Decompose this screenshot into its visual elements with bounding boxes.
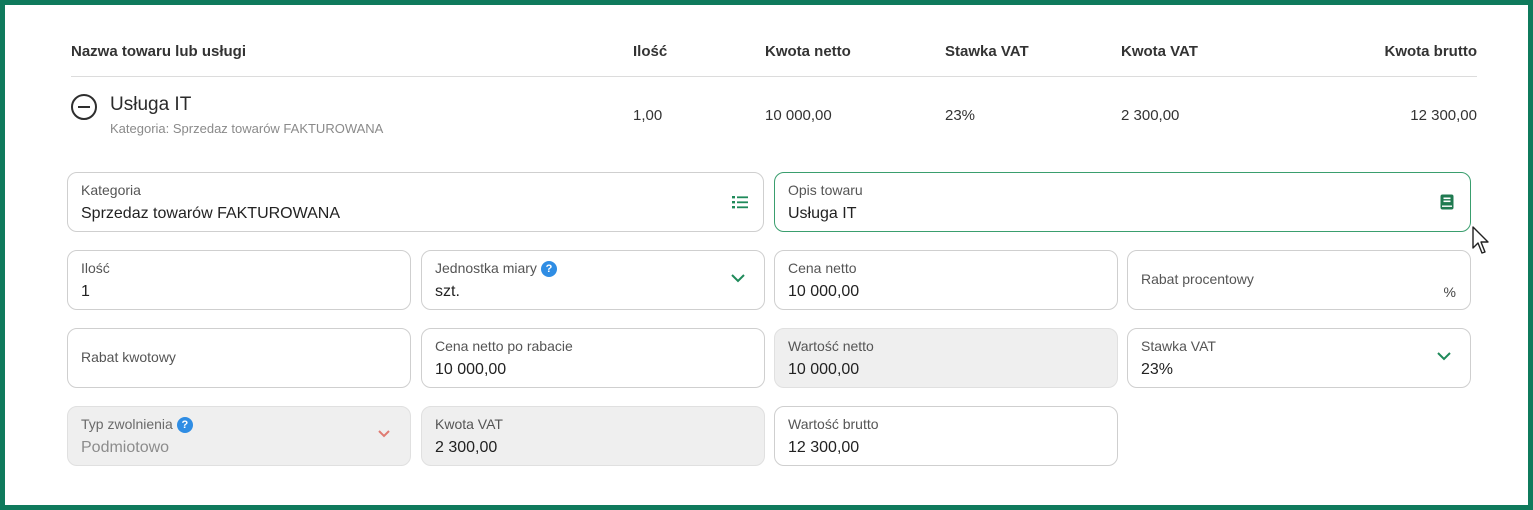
- chevron-down-icon[interactable]: [730, 270, 746, 286]
- ilosc-field[interactable]: Ilość 1: [67, 250, 411, 310]
- typ-zwolnienia-select[interactable]: Typ zwolnienia? Podmiotowo: [67, 406, 411, 466]
- wartosc-netto-value: 10 000,00: [788, 361, 860, 378]
- wartosc-brutto-value: 12 300,00: [788, 439, 860, 456]
- cena-po-rabacie-field[interactable]: Cena netto po rabacie 10 000,00: [421, 328, 765, 388]
- row-item-name: Usługa IT: [110, 94, 192, 115]
- book-icon[interactable]: [1438, 193, 1456, 211]
- header-vat-amount: Kwota VAT: [1121, 43, 1198, 60]
- table-row: Usługa IT Kategoria: Sprzedaz towarów FA…: [71, 91, 1477, 147]
- row-vat-rate: 23%: [945, 107, 976, 124]
- stawka-vat-label: Stawka VAT: [1141, 338, 1216, 354]
- opis-towaru-label: Opis towaru: [788, 182, 863, 198]
- opis-towaru-field[interactable]: Opis towaru Usługa IT: [774, 172, 1471, 232]
- row-qty: 1,00: [633, 107, 663, 124]
- jednostka-miary-label-wrap: Jednostka miary?: [435, 260, 557, 277]
- cena-po-rabacie-value: 10 000,00: [435, 361, 507, 378]
- header-gross: Kwota brutto: [1384, 43, 1477, 60]
- kwota-vat-field: Kwota VAT 2 300,00: [421, 406, 765, 466]
- table-header: Nazwa towaru lub usługi Ilość Kwota nett…: [71, 41, 1477, 77]
- rabat-kwotowy-field[interactable]: Rabat kwotowy: [67, 328, 411, 388]
- header-net: Kwota netto: [765, 43, 851, 60]
- ilosc-label: Ilość: [81, 260, 110, 276]
- row-vat-amount: 2 300,00: [1121, 107, 1180, 124]
- wartosc-netto-field: Wartość netto 10 000,00: [774, 328, 1118, 388]
- typ-zwolnienia-label: Typ zwolnienia: [81, 416, 173, 432]
- kategoria-value: Sprzedaz towarów FAKTUROWANA: [81, 205, 341, 222]
- typ-zwolnienia-value: Podmiotowo: [81, 439, 170, 456]
- app-frame: Nazwa towaru lub usługi Ilość Kwota nett…: [0, 0, 1533, 510]
- opis-towaru-value: Usługa IT: [788, 205, 857, 222]
- mouse-cursor-icon: [1472, 226, 1489, 254]
- row-gross: 12 300,00: [1410, 107, 1477, 124]
- kategoria-label: Kategoria: [81, 182, 141, 198]
- cena-netto-label: Cena netto: [788, 260, 857, 276]
- ilosc-value: 1: [81, 283, 90, 300]
- collapse-minus-icon[interactable]: [71, 94, 97, 120]
- row-item-category: Kategoria: Sprzedaz towarów FAKTUROWANA: [110, 121, 384, 136]
- percent-suffix: %: [1443, 284, 1456, 300]
- kwota-vat-label: Kwota VAT: [435, 416, 503, 432]
- header-name: Nazwa towaru lub usługi: [71, 43, 247, 60]
- typ-zwolnienia-label-wrap: Typ zwolnienia?: [81, 416, 193, 433]
- chevron-down-icon[interactable]: [1436, 348, 1452, 364]
- cena-netto-value: 10 000,00: [788, 283, 860, 300]
- help-icon[interactable]: ?: [176, 417, 193, 433]
- stawka-vat-select[interactable]: Stawka VAT 23%: [1127, 328, 1471, 388]
- list-icon[interactable]: [731, 193, 749, 211]
- rabat-kwotowy-label: Rabat kwotowy: [81, 349, 176, 365]
- wartosc-brutto-label: Wartość brutto: [788, 416, 879, 432]
- rabat-procentowy-label: Rabat procentowy: [1141, 271, 1254, 287]
- kwota-vat-value: 2 300,00: [435, 439, 498, 456]
- header-vat-rate: Stawka VAT: [945, 43, 1029, 60]
- wartosc-netto-label: Wartość netto: [788, 338, 874, 354]
- stawka-vat-value: 23%: [1141, 361, 1174, 378]
- row-net: 10 000,00: [765, 107, 832, 124]
- jednostka-miary-select[interactable]: Jednostka miary? szt.: [421, 250, 765, 310]
- header-qty: Ilość: [633, 43, 668, 60]
- help-icon[interactable]: ?: [540, 261, 557, 277]
- rabat-procentowy-field[interactable]: Rabat procentowy %: [1127, 250, 1471, 310]
- cena-netto-field[interactable]: Cena netto 10 000,00: [774, 250, 1118, 310]
- wartosc-brutto-field[interactable]: Wartość brutto 12 300,00: [774, 406, 1118, 466]
- chevron-down-icon[interactable]: [376, 426, 392, 442]
- jednostka-miary-label: Jednostka miary: [435, 260, 537, 276]
- kategoria-field[interactable]: Kategoria Sprzedaz towarów FAKTUROWANA: [67, 172, 764, 232]
- cena-po-rabacie-label: Cena netto po rabacie: [435, 338, 573, 354]
- jednostka-miary-value: szt.: [435, 283, 460, 300]
